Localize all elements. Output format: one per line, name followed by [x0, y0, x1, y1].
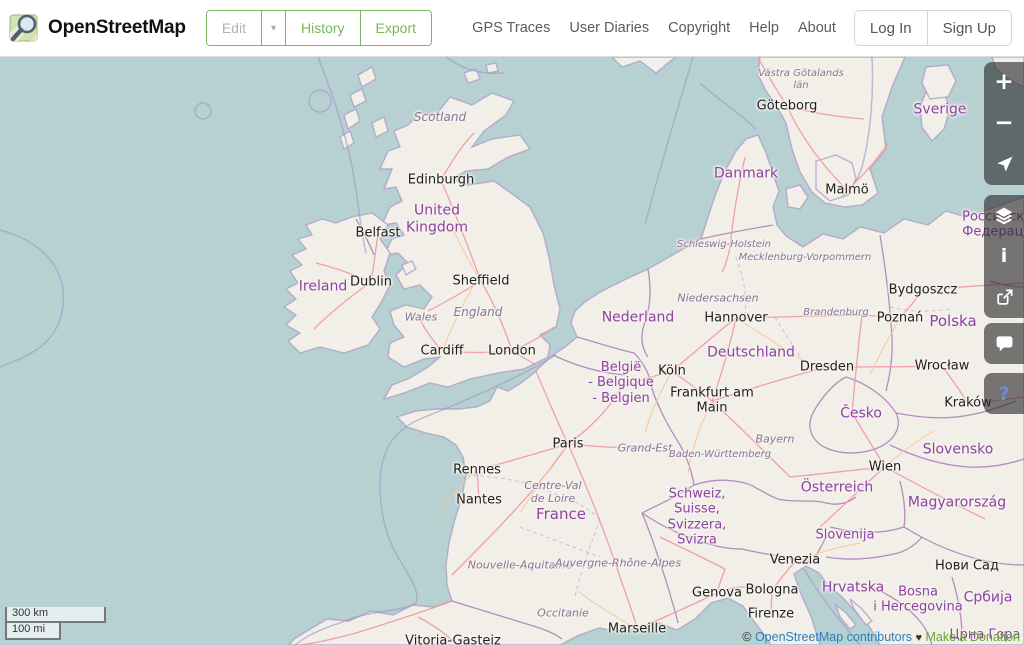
zoom-out-button[interactable]: − — [984, 103, 1024, 144]
info-icon: i — [1001, 247, 1008, 266]
layers-icon — [994, 206, 1014, 226]
zoom-controls: + − — [984, 62, 1024, 185]
island-fyn — [786, 185, 808, 209]
heart-icon: ♥ — [915, 632, 922, 644]
copyright-symbol: © — [742, 630, 751, 644]
history-button[interactable]: History — [285, 11, 360, 45]
openstreetmap-logo — [8, 12, 40, 44]
nav-gps-traces[interactable]: GPS Traces — [472, 20, 550, 36]
donation-link[interactable]: Make a Donation — [925, 630, 1020, 644]
note-controls — [984, 323, 1024, 364]
coastline-layer — [284, 57, 1024, 645]
plus-icon: + — [994, 71, 1013, 94]
export-button[interactable]: Export — [360, 11, 431, 45]
attribution: © OpenStreetMap contributors ♥ Make a Do… — [742, 630, 1020, 644]
help-button[interactable]: ? — [984, 373, 1024, 414]
nav-copyright[interactable]: Copyright — [668, 20, 730, 36]
share-icon — [995, 288, 1014, 307]
minus-icon: − — [994, 112, 1013, 135]
zoom-in-button[interactable]: + — [984, 62, 1024, 103]
coastline-ireland — [284, 213, 390, 353]
nav-help[interactable]: Help — [749, 20, 779, 36]
layers-button[interactable] — [984, 195, 1024, 236]
help-controls: ? — [984, 373, 1024, 414]
island-northeast — [922, 65, 956, 99]
question-mark-icon: ? — [998, 383, 1009, 405]
brand-title: OpenStreetMap — [48, 17, 186, 39]
scale-control: 300 km 100 mi — [5, 607, 106, 641]
coastline-norway — [612, 57, 676, 73]
map-key-button[interactable]: i — [984, 236, 1024, 277]
scale-mi: 100 mi — [5, 623, 61, 640]
contributors-link[interactable]: OpenStreetMap contributors — [755, 630, 912, 644]
header: OpenStreetMap Edit ▾ History Export GPS … — [0, 0, 1024, 57]
login-button[interactable]: Log In — [855, 11, 927, 45]
signup-button[interactable]: Sign Up — [927, 11, 1011, 45]
share-button[interactable] — [984, 277, 1024, 318]
add-note-button[interactable] — [984, 323, 1024, 364]
header-nav: GPS Traces User Diaries Copyright Help A… — [472, 20, 836, 36]
map-tools: i — [984, 195, 1024, 318]
edit-dropdown-button[interactable]: ▾ — [261, 11, 285, 45]
edit-menu: Edit ▾ History Export — [206, 10, 432, 46]
coastline-great-britain — [380, 93, 560, 399]
nav-about[interactable]: About — [798, 20, 836, 36]
map-tiles — [0, 57, 1024, 645]
scale-km: 300 km — [5, 607, 106, 624]
auth-buttons: Log In Sign Up — [854, 10, 1012, 46]
note-bubble-icon — [995, 334, 1014, 353]
nav-user-diaries[interactable]: User Diaries — [569, 20, 649, 36]
home-link[interactable]: OpenStreetMap — [8, 12, 186, 44]
edit-button[interactable]: Edit — [207, 11, 261, 45]
locate-arrow-icon — [995, 155, 1014, 174]
locate-button[interactable] — [984, 144, 1024, 185]
map-canvas[interactable]: UnitedKingdomIrelandSverigeDanmarkNederl… — [0, 57, 1024, 645]
